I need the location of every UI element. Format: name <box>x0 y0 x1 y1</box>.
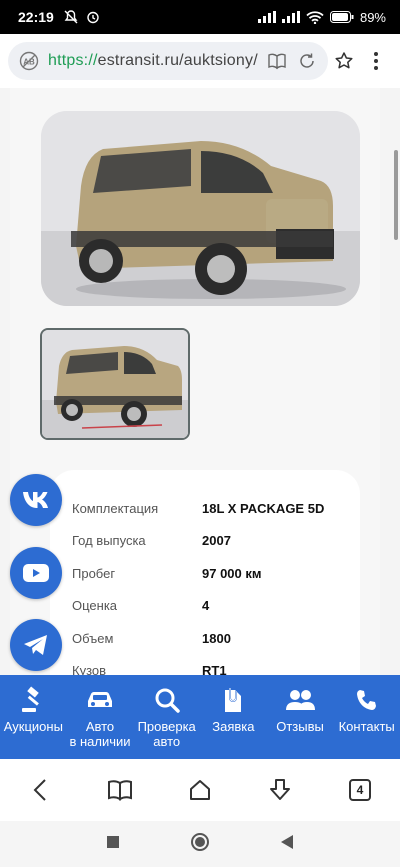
nav-auctions[interactable]: Аукционы <box>0 675 67 759</box>
telegram-button[interactable] <box>10 619 62 671</box>
spec-label: Оценка <box>72 598 118 614</box>
triangle-back-icon <box>281 834 293 849</box>
search-icon <box>155 688 180 713</box>
signal-icon <box>257 11 276 23</box>
nav-request[interactable]: Заявка <box>200 675 267 759</box>
web-page: Комплектация 18L X PACKAGE 5D Год выпуска… <box>0 88 400 675</box>
system-back-button[interactable] <box>280 834 294 855</box>
specs-card: Комплектация 18L X PACKAGE 5D Год выпуска… <box>50 470 360 675</box>
spec-row: Кузов RT1 <box>72 655 360 675</box>
nav-car-check[interactable]: Проверка авто <box>133 675 200 759</box>
downloads-button[interactable] <box>260 770 300 810</box>
back-arrow-icon <box>33 779 46 801</box>
book-icon <box>108 780 132 801</box>
spec-row: Год выпуска 2007 <box>72 525 360 558</box>
nav-label: Отзывы <box>276 719 324 734</box>
url-text[interactable]: https://estransit.ru/auktsiony/ <box>48 52 258 70</box>
bookmarks-button[interactable] <box>100 770 140 810</box>
nav-label: Авто в наличии <box>69 719 131 749</box>
nav-label: Заявка <box>212 719 255 734</box>
url-field[interactable]: AB https://estransit.ru/auktsiony/ <box>8 42 328 80</box>
nav-label: Аукционы <box>3 719 63 734</box>
youtube-button[interactable] <box>10 547 62 599</box>
spec-label: Объем <box>72 630 114 646</box>
reader-mode-icon[interactable] <box>266 50 288 72</box>
battery-level: 89% <box>359 9 386 25</box>
vk-button[interactable] <box>10 474 62 526</box>
spec-label: Пробег <box>72 565 116 581</box>
spec-value: 2007 <box>202 533 231 549</box>
browser-address-bar: AB https://estransit.ru/auktsiony/ <box>0 34 400 88</box>
spec-row: Комплектация 18L X PACKAGE 5D <box>72 492 360 525</box>
browser-toolbar: 4 <box>0 759 400 821</box>
users-icon <box>286 690 316 710</box>
url-scheme: https:// <box>48 52 98 69</box>
spec-label: Кузов <box>72 663 107 675</box>
mute-bell-icon <box>64 10 78 24</box>
spec-value: 4 <box>202 598 210 614</box>
nav-label: Контакты <box>338 719 395 734</box>
telegram-icon <box>24 635 47 655</box>
spec-row: Оценка 4 <box>72 590 360 623</box>
wifi-icon <box>306 10 324 24</box>
spec-value: 97 000 км <box>202 565 262 581</box>
bookmark-star-icon[interactable] <box>328 45 360 77</box>
spec-label: Год выпуска <box>72 533 146 549</box>
vk-icon <box>23 492 48 508</box>
tab-count: 4 <box>349 779 371 801</box>
status-time: 22:19 <box>18 9 54 25</box>
nav-contacts[interactable]: Контакты <box>333 675 400 759</box>
more-menu-icon[interactable] <box>360 45 392 77</box>
gavel-icon <box>22 686 40 712</box>
square-icon <box>107 835 119 848</box>
tabs-button[interactable]: 4 <box>340 770 380 810</box>
recents-button[interactable] <box>106 835 120 854</box>
site-bottom-nav: Аукционы Авто в наличии Проверка авто За… <box>0 675 400 759</box>
status-bar: 22:19 89% <box>0 0 400 34</box>
spec-row: Пробег 97 000 км <box>72 557 360 590</box>
alarm-icon <box>87 11 99 24</box>
spec-value: 18L X PACKAGE 5D <box>202 500 325 516</box>
youtube-icon <box>23 564 49 582</box>
reload-icon[interactable] <box>296 50 318 72</box>
circle-icon <box>191 832 209 851</box>
home-icon <box>190 780 210 800</box>
spec-value: RT1 <box>202 663 227 675</box>
spec-value: 1800 <box>202 630 231 646</box>
privacy-icon[interactable]: AB <box>18 50 40 72</box>
download-arrow-icon <box>270 779 290 800</box>
url-path: estransit.ru/auktsiony/ <box>97 52 258 69</box>
spec-label: Комплектация <box>72 500 159 516</box>
signal-icon-2 <box>281 11 300 23</box>
car-thumbnail[interactable] <box>40 328 190 440</box>
nav-reviews[interactable]: Отзывы <box>267 675 334 759</box>
home-button[interactable] <box>180 770 220 810</box>
battery-icon <box>329 11 354 23</box>
system-home-button[interactable] <box>190 832 210 857</box>
nav-label: Проверка авто <box>137 719 196 749</box>
spec-row: Объем 1800 <box>72 622 360 655</box>
nav-cars-in-stock[interactable]: Авто в наличии <box>67 675 134 759</box>
system-nav-bar <box>0 821 400 867</box>
phone-icon <box>356 690 376 710</box>
car-main-photo[interactable] <box>41 111 360 306</box>
scrollbar[interactable] <box>394 150 398 240</box>
back-button[interactable] <box>20 770 60 810</box>
car-icon <box>88 692 112 707</box>
document-clip-icon <box>225 688 242 712</box>
